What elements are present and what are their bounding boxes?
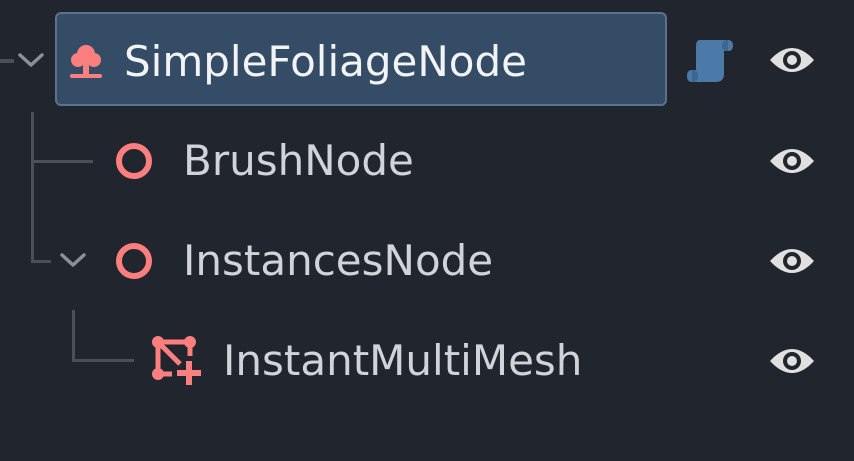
node3d-circle-icon xyxy=(116,243,152,279)
tree-item-instances-node[interactable]: InstancesNode xyxy=(0,212,854,308)
tree-item-instant-multi-mesh[interactable]: InstantMultiMesh xyxy=(0,312,854,408)
eye-icon[interactable] xyxy=(768,343,816,379)
eye-icon[interactable] xyxy=(768,243,816,279)
chevron-down-icon[interactable] xyxy=(58,250,88,270)
tree-item-label: BrushNode xyxy=(183,136,414,185)
node3d-circle-icon xyxy=(116,143,152,179)
scene-tree: SimpleFoliageNode BrushNode InstancesNod… xyxy=(0,0,854,461)
tree-item-label: InstantMultiMesh xyxy=(223,336,583,385)
eye-icon[interactable] xyxy=(768,143,816,179)
chevron-down-icon[interactable] xyxy=(16,50,46,70)
script-icon[interactable] xyxy=(686,36,734,86)
tree-item-brush-node[interactable]: BrushNode xyxy=(0,112,854,208)
tree-item-label: SimpleFoliageNode xyxy=(124,37,527,86)
multimesh-icon xyxy=(152,336,201,385)
foliage-tree-icon xyxy=(70,45,102,78)
eye-icon[interactable] xyxy=(768,42,816,78)
tree-item-label: InstancesNode xyxy=(183,236,494,285)
tree-item-simple-foliage-node[interactable]: SimpleFoliageNode xyxy=(0,12,854,108)
